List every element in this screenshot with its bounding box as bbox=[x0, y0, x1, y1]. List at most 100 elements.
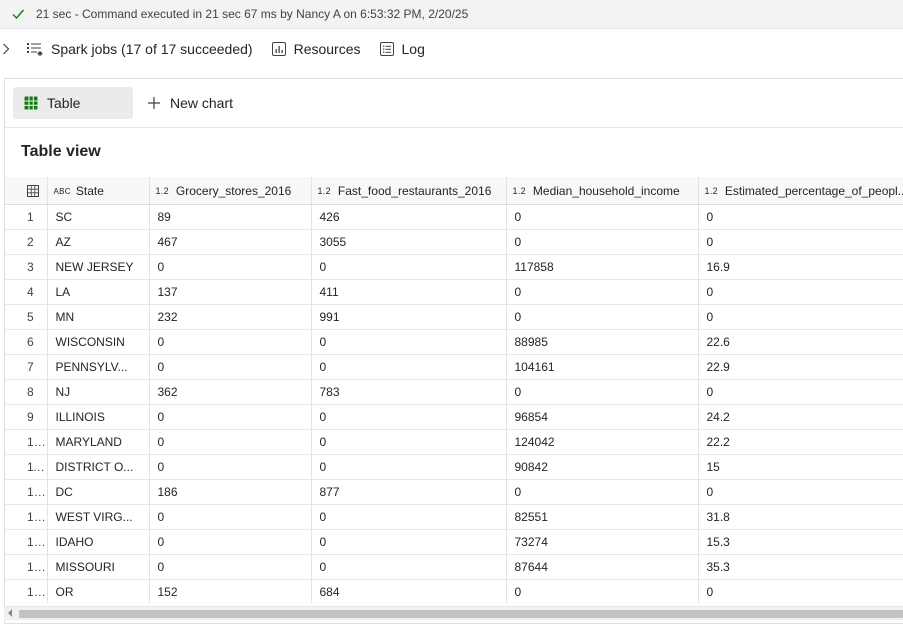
table-cell[interactable]: 117858 bbox=[506, 254, 699, 280]
table-cell[interactable]: IDAHO bbox=[47, 529, 150, 555]
resources-button[interactable]: Resources bbox=[271, 41, 361, 57]
table-cell[interactable]: 0 bbox=[149, 529, 312, 555]
table-cell[interactable]: 0 bbox=[149, 404, 312, 430]
column-header-income[interactable]: 1.2 Median_household_income bbox=[506, 177, 699, 205]
table-cell[interactable]: SC bbox=[47, 204, 150, 230]
table-row[interactable]: 10 MARYLAND 0 0 124042 22.2 bbox=[5, 429, 903, 455]
column-header-estimated[interactable]: 1.2 Estimated_percentage_of_peopl... bbox=[698, 177, 903, 205]
table-cell[interactable]: ILLINOIS bbox=[47, 404, 150, 430]
table-cell[interactable]: 15.3 bbox=[698, 529, 903, 555]
spark-jobs-button[interactable]: Spark jobs (17 of 17 succeeded) bbox=[26, 41, 253, 57]
table-cell[interactable]: 104161 bbox=[506, 354, 699, 380]
table-cell[interactable]: 22.2 bbox=[698, 429, 903, 455]
table-cell[interactable]: 35.3 bbox=[698, 554, 903, 580]
table-cell[interactable]: OR bbox=[47, 579, 150, 603]
table-cell[interactable]: LA bbox=[47, 279, 150, 305]
table-cell[interactable]: 22.9 bbox=[698, 354, 903, 380]
table-row[interactable]: 6 WISCONSIN 0 0 88985 22.6 bbox=[5, 329, 903, 355]
table-cell[interactable]: 0 bbox=[506, 279, 699, 305]
table-cell[interactable]: 783 bbox=[311, 379, 507, 405]
scrollbar-thumb[interactable] bbox=[19, 610, 903, 618]
table-cell[interactable]: 0 bbox=[506, 304, 699, 330]
table-row[interactable]: 9 ILLINOIS 0 0 96854 24.2 bbox=[5, 404, 903, 430]
table-cell[interactable]: 362 bbox=[149, 379, 312, 405]
table-cell[interactable]: 87644 bbox=[506, 554, 699, 580]
table-cell[interactable]: 467 bbox=[149, 229, 312, 255]
table-cell[interactable]: 0 bbox=[506, 379, 699, 405]
table-cell[interactable]: 124042 bbox=[506, 429, 699, 455]
table-cell[interactable]: 0 bbox=[149, 454, 312, 480]
table-cell[interactable]: 31.8 bbox=[698, 504, 903, 530]
table-cell[interactable]: WEST VIRG... bbox=[47, 504, 150, 530]
table-cell[interactable]: 0 bbox=[311, 254, 507, 280]
table-cell[interactable]: 0 bbox=[506, 229, 699, 255]
table-row[interactable]: 13 WEST VIRG... 0 0 82551 31.8 bbox=[5, 504, 903, 530]
table-cell[interactable]: NJ bbox=[47, 379, 150, 405]
table-cell[interactable]: 96854 bbox=[506, 404, 699, 430]
table-row[interactable]: 15 MISSOURI 0 0 87644 35.3 bbox=[5, 554, 903, 580]
table-cell[interactable]: 89 bbox=[149, 204, 312, 230]
table-cell[interactable]: 0 bbox=[698, 204, 903, 230]
table-row[interactable]: 11 DISTRICT O... 0 0 90842 15 bbox=[5, 454, 903, 480]
table-row[interactable]: 7 PENNSYLV... 0 0 104161 22.9 bbox=[5, 354, 903, 380]
table-cell[interactable]: 0 bbox=[698, 479, 903, 505]
new-chart-button[interactable]: New chart bbox=[147, 95, 233, 111]
table-row[interactable]: 1 SC 89 426 0 0 bbox=[5, 204, 903, 230]
table-cell[interactable]: 877 bbox=[311, 479, 507, 505]
table-cell[interactable]: DC bbox=[47, 479, 150, 505]
select-all-header[interactable] bbox=[5, 177, 48, 205]
table-cell[interactable]: 0 bbox=[149, 429, 312, 455]
table-cell[interactable]: 82551 bbox=[506, 504, 699, 530]
table-cell[interactable]: 0 bbox=[698, 304, 903, 330]
table-cell[interactable]: 0 bbox=[506, 479, 699, 505]
table-row[interactable]: 4 LA 137 411 0 0 bbox=[5, 279, 903, 305]
table-row[interactable]: 14 IDAHO 0 0 73274 15.3 bbox=[5, 529, 903, 555]
table-cell[interactable]: 0 bbox=[149, 254, 312, 280]
table-cell[interactable]: 426 bbox=[311, 204, 507, 230]
table-row[interactable]: 8 NJ 362 783 0 0 bbox=[5, 379, 903, 405]
table-cell[interactable]: 0 bbox=[506, 579, 699, 603]
table-cell[interactable]: 0 bbox=[698, 229, 903, 255]
column-header-fastfood[interactable]: 1.2 Fast_food_restaurants_2016 bbox=[311, 177, 507, 205]
table-row[interactable]: 12 DC 186 877 0 0 bbox=[5, 479, 903, 505]
table-cell[interactable]: 684 bbox=[311, 579, 507, 603]
table-cell[interactable]: 15 bbox=[698, 454, 903, 480]
table-cell[interactable]: MN bbox=[47, 304, 150, 330]
table-cell[interactable]: 0 bbox=[311, 329, 507, 355]
table-cell[interactable]: 24.2 bbox=[698, 404, 903, 430]
table-row[interactable]: 16 OR 152 684 0 0 bbox=[5, 579, 903, 603]
table-row[interactable]: 2 AZ 467 3055 0 0 bbox=[5, 229, 903, 255]
table-cell[interactable]: 0 bbox=[311, 429, 507, 455]
table-cell[interactable]: 0 bbox=[311, 504, 507, 530]
table-cell[interactable]: 0 bbox=[698, 279, 903, 305]
table-cell[interactable]: 88985 bbox=[506, 329, 699, 355]
table-cell[interactable]: WISCONSIN bbox=[47, 329, 150, 355]
table-cell[interactable]: MARYLAND bbox=[47, 429, 150, 455]
table-cell[interactable]: 0 bbox=[506, 204, 699, 230]
table-cell[interactable]: 991 bbox=[311, 304, 507, 330]
table-cell[interactable]: 0 bbox=[698, 379, 903, 405]
table-cell[interactable]: NEW JERSEY bbox=[47, 254, 150, 280]
horizontal-scrollbar[interactable] bbox=[4, 606, 903, 620]
table-cell[interactable]: 0 bbox=[311, 554, 507, 580]
table-cell[interactable]: 0 bbox=[149, 504, 312, 530]
table-row[interactable]: 3 NEW JERSEY 0 0 117858 16.9 bbox=[5, 254, 903, 280]
scroll-left-icon[interactable] bbox=[8, 609, 12, 617]
table-cell[interactable]: 0 bbox=[149, 354, 312, 380]
table-cell[interactable]: DISTRICT O... bbox=[47, 454, 150, 480]
table-cell[interactable]: 152 bbox=[149, 579, 312, 603]
table-cell[interactable]: 0 bbox=[311, 404, 507, 430]
tab-table[interactable]: Table bbox=[13, 87, 133, 119]
table-cell[interactable]: 0 bbox=[698, 579, 903, 603]
table-cell[interactable]: AZ bbox=[47, 229, 150, 255]
table-cell[interactable]: MISSOURI bbox=[47, 554, 150, 580]
table-cell[interactable]: 0 bbox=[311, 354, 507, 380]
table-cell[interactable]: 186 bbox=[149, 479, 312, 505]
chevron-right-icon[interactable] bbox=[2, 41, 14, 57]
table-cell[interactable]: 90842 bbox=[506, 454, 699, 480]
table-cell[interactable]: 0 bbox=[311, 529, 507, 555]
column-header-grocery[interactable]: 1.2 Grocery_stores_2016 bbox=[149, 177, 312, 205]
table-cell[interactable]: 73274 bbox=[506, 529, 699, 555]
table-cell[interactable]: PENNSYLV... bbox=[47, 354, 150, 380]
table-cell[interactable]: 0 bbox=[149, 329, 312, 355]
